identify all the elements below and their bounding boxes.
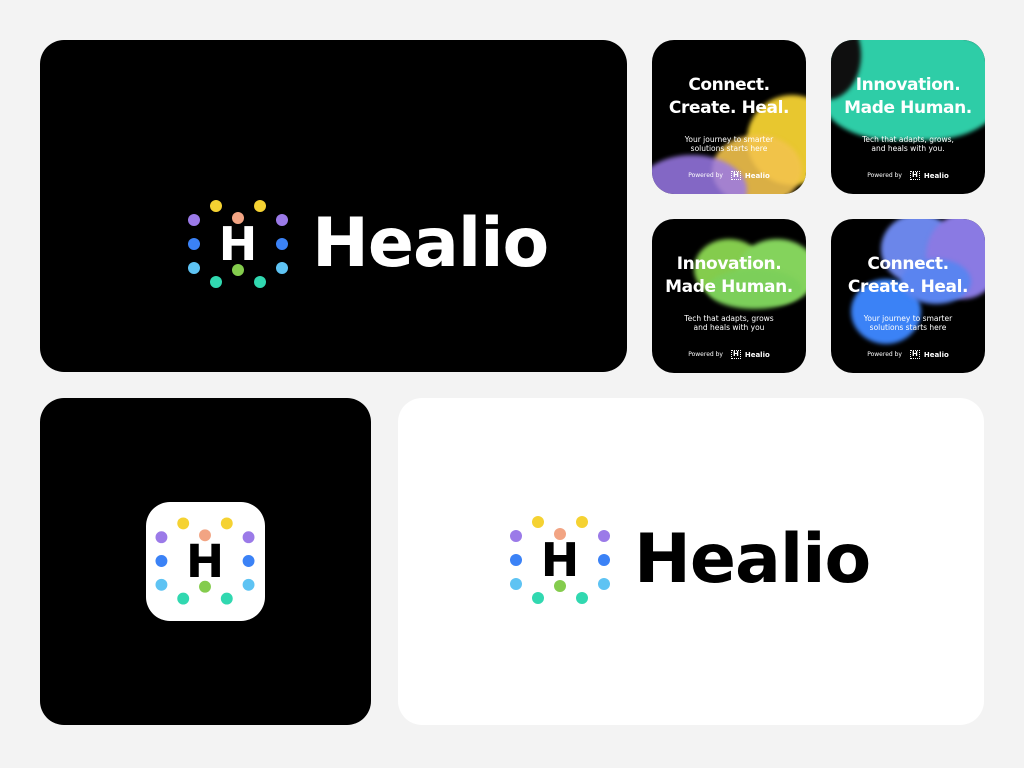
healio-logo-mark: H [155,517,255,605]
healio-mini-icon: H [909,350,920,359]
powered-by-label: Powered by [688,351,723,358]
logo-lockup: H Healio [188,200,549,288]
promo-card: Connect. Create. Heal. Your journey to s… [831,219,985,373]
logo-letter: H [218,217,258,271]
footer-brand: Healio [923,350,949,359]
card-footer: Powered by H Healio [652,350,806,359]
card-footer: Powered by H Healio [831,350,985,359]
footer-brand: Healio [744,350,770,359]
logo-letter: H [185,534,225,588]
healio-mini-icon: H [730,171,741,180]
logo-lockup: H Healio [510,516,871,604]
powered-by-label: Powered by [867,351,902,358]
healio-mini-icon: H [730,350,741,359]
card-subtitle: Your journey to smarter solutions starts… [684,135,774,153]
card-headline: Innovation. Made Human. [844,75,972,118]
light-logo-panel: H Healio [398,398,984,725]
card-footer: Powered by H Healio [831,171,985,180]
footer-brand: Healio [744,171,770,180]
card-subtitle: Tech that adapts, grows and heals with y… [684,314,774,332]
app-icon: H [146,502,265,621]
card-headline: Connect. Create. Heal. [847,254,969,297]
healio-mini-icon: H [909,171,920,180]
brand-wordmark: Healio [634,520,871,599]
healio-logo-mark: H [510,516,610,604]
footer-brand: Healio [923,171,949,180]
card-headline: Innovation. Made Human. [665,254,793,297]
hero-logo-panel: H Healio [40,40,627,372]
card-footer: Powered by H Healio [652,171,806,180]
card-headline: Connect. Create. Heal. [668,75,790,118]
card-subtitle: Your journey to smarter solutions starts… [863,314,953,332]
app-icon-panel: H [40,398,371,725]
brand-wordmark: Healio [312,204,549,283]
promo-card: Innovation. Made Human. Tech that adapts… [831,40,985,194]
promo-card: Connect. Create. Heal. Your journey to s… [652,40,806,194]
powered-by-label: Powered by [867,172,902,179]
card-subtitle: Tech that adapts, grows, and heals with … [862,135,954,153]
powered-by-label: Powered by [688,172,723,179]
healio-logo-mark: H [188,200,288,288]
logo-letter: H [540,533,580,587]
promo-card: Innovation. Made Human. Tech that adapts… [652,219,806,373]
